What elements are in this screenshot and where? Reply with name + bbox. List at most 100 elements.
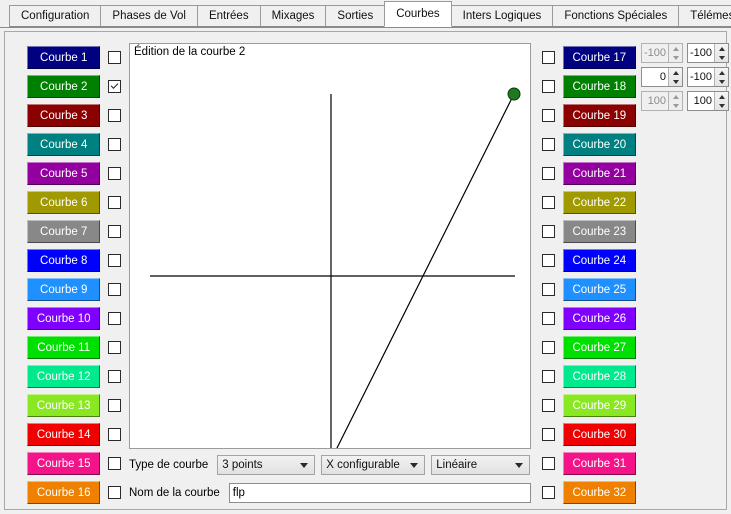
- curve-button-16[interactable]: Courbe 16: [27, 481, 101, 504]
- curve-checkbox-5[interactable]: [108, 167, 121, 180]
- curve-checkbox-27[interactable]: [542, 341, 555, 354]
- value-spinner-2[interactable]: -100: [687, 43, 729, 63]
- spinner-down-icon[interactable]: [669, 101, 682, 110]
- spinner-up-icon[interactable]: [715, 44, 728, 53]
- curve-checkbox-30[interactable]: [542, 428, 555, 441]
- curve-graph-panel[interactable]: Édition de la courbe 2: [129, 43, 531, 449]
- curve-button-5[interactable]: Courbe 5: [27, 162, 101, 185]
- curve-checkbox-8[interactable]: [108, 254, 121, 267]
- curve-button-28[interactable]: Courbe 28: [562, 365, 636, 388]
- curve-button-10[interactable]: Courbe 10: [27, 307, 101, 330]
- curve-checkbox-2[interactable]: [108, 80, 121, 93]
- curve-checkbox-10[interactable]: [108, 312, 121, 325]
- spinner-up-icon[interactable]: [669, 68, 682, 77]
- curve-checkbox-7[interactable]: [108, 225, 121, 238]
- curve-button-6[interactable]: Courbe 6: [27, 191, 101, 214]
- curve-button-12[interactable]: Courbe 12: [27, 365, 101, 388]
- curve-button-22[interactable]: Courbe 22: [562, 191, 636, 214]
- curve-button-19[interactable]: Courbe 19: [562, 104, 636, 127]
- curve-name-input[interactable]: flp: [228, 483, 531, 503]
- curve-checkbox-22[interactable]: [542, 196, 555, 209]
- spinner-up-icon[interactable]: [715, 68, 728, 77]
- curve-button-8[interactable]: Courbe 8: [27, 249, 101, 272]
- value-spinner-4[interactable]: -100: [687, 67, 729, 87]
- curve-button-4[interactable]: Courbe 4: [27, 133, 101, 156]
- curve-button-30[interactable]: Courbe 30: [562, 423, 636, 446]
- curve-checkbox-21[interactable]: [542, 167, 555, 180]
- tab-mixages[interactable]: Mixages: [259, 5, 327, 27]
- curve-button-14[interactable]: Courbe 14: [27, 423, 101, 446]
- x-mode-dropdown[interactable]: X configurable: [321, 455, 426, 475]
- curve-checkbox-26[interactable]: [542, 312, 555, 325]
- curve-checkbox-31[interactable]: [542, 457, 555, 470]
- value-spinner-6-buttons[interactable]: [714, 92, 728, 110]
- curve-button-2[interactable]: Courbe 2: [27, 75, 101, 98]
- curve-checkbox-23[interactable]: [542, 225, 555, 238]
- curve-checkbox-24[interactable]: [542, 254, 555, 267]
- tab-t-l-mesure[interactable]: Télémesure: [678, 5, 731, 27]
- spinner-down-icon[interactable]: [669, 53, 682, 62]
- curve-checkbox-3[interactable]: [108, 109, 121, 122]
- curve-checkbox-1[interactable]: [108, 51, 121, 64]
- tab-bar[interactable]: Configuration Phases de Vol Entrées Mixages…: [0, 0, 731, 28]
- curve-checkbox-32[interactable]: [542, 486, 555, 499]
- curve-button-21[interactable]: Courbe 21: [562, 162, 636, 185]
- spinner-down-icon[interactable]: [715, 101, 728, 110]
- spinner-down-icon[interactable]: [669, 77, 682, 86]
- curve-checkbox-18[interactable]: [542, 80, 555, 93]
- curve-checkbox-17[interactable]: [542, 51, 555, 64]
- curve-button-9[interactable]: Courbe 9: [27, 278, 101, 301]
- curve-checkbox-19[interactable]: [542, 109, 555, 122]
- curve-button-27[interactable]: Courbe 27: [562, 336, 636, 359]
- spinner-up-icon[interactable]: [715, 92, 728, 101]
- curve-checkbox-28[interactable]: [542, 370, 555, 383]
- tab-courbes[interactable]: Courbes: [384, 1, 452, 27]
- tab-sorties[interactable]: Sorties: [325, 5, 386, 27]
- curve-checkbox-16[interactable]: [108, 486, 121, 499]
- value-spinner-5-buttons[interactable]: [668, 92, 682, 110]
- curve-button-23[interactable]: Courbe 23: [562, 220, 636, 243]
- tab-inters-logiques[interactable]: Inters Logiques: [450, 5, 554, 27]
- curve-button-29[interactable]: Courbe 29: [562, 394, 636, 417]
- curve-checkbox-6[interactable]: [108, 196, 121, 209]
- spinner-down-icon[interactable]: [715, 77, 728, 86]
- curve-checkbox-12[interactable]: [108, 370, 121, 383]
- curve-checkbox-20[interactable]: [542, 138, 555, 151]
- value-spinner-1-buttons[interactable]: [668, 44, 682, 62]
- curve-checkbox-9[interactable]: [108, 283, 121, 296]
- curve-button-25[interactable]: Courbe 25: [562, 278, 636, 301]
- curve-button-3[interactable]: Courbe 3: [27, 104, 101, 127]
- curve-button-17[interactable]: Courbe 17: [562, 46, 636, 69]
- tab-configuration[interactable]: Configuration: [9, 5, 102, 27]
- tab-entr-es[interactable]: Entrées: [196, 5, 261, 27]
- curve-button-11[interactable]: Courbe 11: [27, 336, 101, 359]
- points-count-dropdown[interactable]: 3 points: [217, 455, 316, 475]
- value-spinner-3-buttons[interactable]: [668, 68, 682, 86]
- curve-checkbox-4[interactable]: [108, 138, 121, 151]
- spinner-down-icon[interactable]: [715, 53, 728, 62]
- tab-fonctions-sp-ciales[interactable]: Fonctions Spéciales: [552, 5, 680, 27]
- curve-button-26[interactable]: Courbe 26: [562, 307, 636, 330]
- curve-button-13[interactable]: Courbe 13: [27, 394, 101, 417]
- curve-button-31[interactable]: Courbe 31: [562, 452, 636, 475]
- value-spinner-6[interactable]: 100: [687, 91, 729, 111]
- curve-checkbox-14[interactable]: [108, 428, 121, 441]
- interpolation-dropdown[interactable]: Linéaire: [431, 455, 531, 475]
- curve-button-24[interactable]: Courbe 24: [562, 249, 636, 272]
- spinner-up-icon[interactable]: [669, 44, 682, 53]
- curve-checkbox-25[interactable]: [542, 283, 555, 296]
- curve-plot[interactable]: [130, 44, 530, 448]
- spinner-up-icon[interactable]: [669, 92, 682, 101]
- tab-phases-de-vol[interactable]: Phases de Vol: [100, 5, 198, 27]
- curve-button-18[interactable]: Courbe 18: [562, 75, 636, 98]
- value-spinner-3[interactable]: 0: [641, 67, 683, 87]
- curve-checkbox-11[interactable]: [108, 341, 121, 354]
- curve-button-7[interactable]: Courbe 7: [27, 220, 101, 243]
- curve-checkbox-13[interactable]: [108, 399, 121, 412]
- curve-button-15[interactable]: Courbe 15: [27, 452, 101, 475]
- curve-checkbox-29[interactable]: [542, 399, 555, 412]
- curve-button-20[interactable]: Courbe 20: [562, 133, 636, 156]
- curve-button-32[interactable]: Courbe 32: [562, 481, 636, 504]
- value-spinner-4-buttons[interactable]: [714, 68, 728, 86]
- curve-checkbox-15[interactable]: [108, 457, 121, 470]
